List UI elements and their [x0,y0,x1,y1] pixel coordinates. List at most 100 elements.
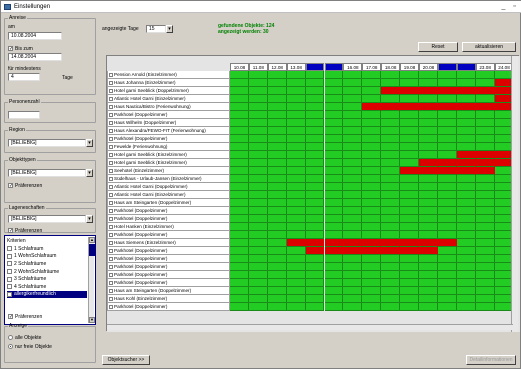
free-cell[interactable] [286,223,306,231]
object-name-cell[interactable]: Parkhotel (Doppelzimmer) [107,135,230,143]
free-cell[interactable] [267,79,287,87]
free-cell[interactable] [305,191,325,199]
free-cell[interactable] [248,239,268,247]
kriterium-checkbox[interactable] [7,291,12,297]
free-cell[interactable] [286,295,306,303]
free-cell[interactable] [362,87,382,95]
free-cell[interactable] [437,295,457,303]
free-cell[interactable] [343,175,363,183]
free-cell[interactable] [230,295,249,303]
object-name-cell[interactable]: Parkhotel (Doppelzimmer) [107,215,230,223]
free-cell[interactable] [437,231,457,239]
table-row[interactable]: Parkhotel (Doppelzimmer) [107,207,520,215]
kriterium-checkbox[interactable] [7,253,12,259]
free-cell[interactable] [400,207,419,215]
booked-cell[interactable] [419,247,438,255]
object-name-cell[interactable]: Atlantic Hotel Garni (Einzelzimmer) [107,191,230,199]
free-cell[interactable] [267,191,287,199]
free-cell[interactable] [230,231,249,239]
free-cell[interactable] [400,95,419,103]
free-cell[interactable] [230,183,249,191]
free-cell[interactable] [248,255,268,263]
free-cell[interactable] [230,111,249,119]
free-cell[interactable] [400,271,419,279]
free-cell[interactable] [400,255,419,263]
free-cell[interactable] [267,183,287,191]
free-cell[interactable] [230,79,249,87]
booked-cell[interactable] [419,167,438,175]
free-cell[interactable] [230,199,249,207]
free-cell[interactable] [230,95,249,103]
date-header[interactable]: 23.08 [475,63,495,71]
free-cell[interactable] [437,271,457,279]
row-checkbox[interactable] [109,200,113,205]
free-cell[interactable] [437,303,457,311]
table-row[interactable]: Parkhotel (Doppelzimmer) [107,303,520,311]
free-cell[interactable] [381,127,401,135]
free-cell[interactable] [343,103,363,111]
free-cell[interactable] [286,143,306,151]
table-row[interactable]: Hotel garni Seeblick (Einzelzimmer) [107,151,520,159]
free-cell[interactable] [362,199,382,207]
free-cell[interactable] [362,207,382,215]
free-cell[interactable] [437,71,457,79]
free-cell[interactable] [419,79,438,87]
free-cell[interactable] [437,279,457,287]
row-checkbox[interactable] [109,80,113,85]
free-cell[interactable] [362,295,382,303]
free-cell[interactable] [343,215,363,223]
date-header[interactable] [456,63,476,71]
free-cell[interactable] [437,127,457,135]
free-cell[interactable] [381,111,401,119]
free-cell[interactable] [437,79,457,87]
free-cell[interactable] [324,151,344,159]
booked-cell[interactable] [456,159,476,167]
booked-cell[interactable] [305,247,325,255]
free-cell[interactable] [400,143,419,151]
free-cell[interactable] [381,191,401,199]
free-cell[interactable] [400,223,419,231]
free-cell[interactable] [381,79,401,87]
free-cell[interactable] [343,79,363,87]
free-cell[interactable] [248,247,268,255]
free-cell[interactable] [381,223,401,231]
free-cell[interactable] [456,183,476,191]
free-cell[interactable] [324,175,344,183]
free-cell[interactable] [475,303,495,311]
table-row[interactable]: Haus Kohl (Einzelzimmer) [107,295,520,303]
region-select[interactable]: [BELIEBIG] [8,139,86,147]
free-cell[interactable] [343,167,363,175]
grid-hscrollbar[interactable] [107,324,513,330]
free-cell[interactable] [419,183,438,191]
free-cell[interactable] [400,135,419,143]
free-cell[interactable] [475,127,495,135]
free-cell[interactable] [456,255,476,263]
free-cell[interactable] [267,303,287,311]
free-cell[interactable] [362,79,382,87]
free-cell[interactable] [475,95,495,103]
free-cell[interactable] [475,239,495,247]
free-cell[interactable] [305,287,325,295]
free-cell[interactable] [419,191,438,199]
booked-cell[interactable] [437,103,457,111]
free-cell[interactable] [230,71,249,79]
object-name-cell[interactable]: Atlantic Hotel Garni (Einzelzimmer) [107,95,230,103]
row-checkbox[interactable] [109,120,113,125]
booked-cell[interactable] [400,247,419,255]
booked-cell[interactable] [475,87,495,95]
free-cell[interactable] [248,231,268,239]
free-cell[interactable] [267,271,287,279]
free-cell[interactable] [324,183,344,191]
free-cell[interactable] [286,215,306,223]
free-cell[interactable] [267,223,287,231]
free-cell[interactable] [400,119,419,127]
free-cell[interactable] [400,159,419,167]
booked-cell[interactable] [324,239,344,247]
free-cell[interactable] [305,271,325,279]
free-cell[interactable] [324,303,344,311]
free-cell[interactable] [324,159,344,167]
free-cell[interactable] [343,71,363,79]
free-cell[interactable] [381,183,401,191]
free-cell[interactable] [419,255,438,263]
free-cell[interactable] [305,167,325,175]
